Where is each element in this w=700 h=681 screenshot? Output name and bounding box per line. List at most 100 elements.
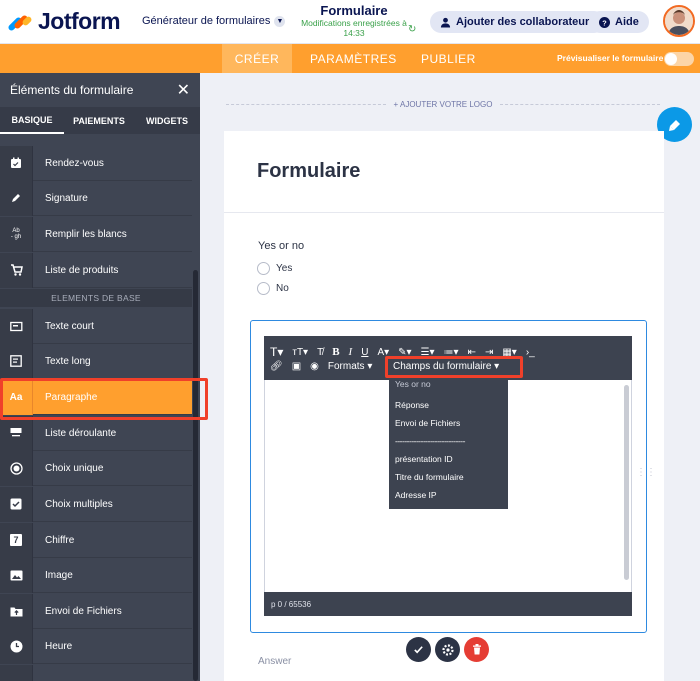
jotform-logo-icon: [7, 11, 33, 33]
sidebar-item-signature[interactable]: Signature: [0, 180, 192, 216]
refresh-icon[interactable]: ↻: [408, 24, 416, 35]
preview-eye-icon[interactable]: ◉: [310, 361, 319, 372]
sidebar-item-product-list[interactable]: Liste de produits: [0, 252, 192, 288]
add-collaborators-button[interactable]: Ajouter des collaborateurs: [430, 11, 606, 33]
svg-text:?: ?: [602, 18, 607, 27]
form-fields-menu: Yes or no Réponse Envoi de Fichiers ----…: [389, 378, 508, 509]
image-icon: [0, 557, 33, 593]
sidebar-header: Éléments du formulaire ✕: [0, 73, 200, 107]
toolbar-row-2: 🔗︎ ▣ ◉ Formats ▾: [270, 361, 372, 372]
long-text-icon: [0, 343, 33, 379]
tab-create[interactable]: CRÉER: [222, 44, 292, 73]
option-label: No: [276, 283, 289, 294]
form-generator-dropdown[interactable]: Générateur de formulaires ▼: [142, 15, 286, 27]
underline-icon[interactable]: U: [361, 347, 368, 358]
top-bar: Jotform Générateur de formulaires ▼ Form…: [0, 0, 700, 44]
menu-separator: ------------------------------: [395, 436, 465, 446]
sidebar-item-partial[interactable]: [0, 665, 192, 681]
sidebar-item-time[interactable]: Heure: [0, 628, 192, 664]
help-label: Aide: [615, 16, 639, 28]
sidebar-item-single-choice[interactable]: Choix unique: [0, 450, 192, 486]
sidebar-item-label: Texte long: [45, 355, 91, 367]
avatar[interactable]: [663, 5, 695, 37]
tab-widgets[interactable]: WIDGETS: [134, 107, 200, 134]
sidebar-item-file-upload[interactable]: Envoi de Fichiers: [0, 593, 192, 629]
sidebar-item-appointment[interactable]: Rendez-vous: [0, 145, 192, 181]
sidebar-item-label: Chiffre: [45, 534, 75, 546]
delete-button[interactable]: [464, 637, 489, 662]
sidebar-item-label: Signature: [45, 192, 88, 204]
tab-basic[interactable]: BASIQUE: [0, 107, 64, 134]
field-settings-button[interactable]: [435, 637, 460, 662]
add-logo-label: + AJOUTER VOTRE LOGO: [393, 99, 493, 109]
sidebar-title: Éléments du formulaire: [10, 83, 134, 97]
radio-no[interactable]: [257, 282, 270, 295]
tab-payments[interactable]: PAIEMENTS: [64, 107, 134, 134]
menu-item-file-upload[interactable]: Envoi de Fichiers: [395, 418, 460, 428]
image-insert-icon[interactable]: ▣: [292, 361, 301, 372]
sidebar-item-label: Rendez-vous: [45, 157, 104, 169]
generator-label: Générateur de formulaires: [142, 15, 271, 27]
sidebar-item-label: Envoi de Fichiers: [45, 605, 122, 617]
gear-icon: [441, 643, 454, 656]
tab-settings[interactable]: PARAMÈTRES: [310, 44, 397, 73]
sidebar-item-label: Liste déroulante: [45, 427, 117, 439]
sidebar-scrollbar[interactable]: [193, 270, 198, 681]
question-icon: ?: [599, 16, 610, 28]
sidebar-item-label: Remplir les blancs: [45, 228, 127, 240]
font-size-icon[interactable]: ᴛT▾: [292, 347, 308, 358]
sidebar-item-dropdown[interactable]: Liste déroulante: [0, 415, 192, 451]
sidebar-item-number[interactable]: 7 Chiffre: [0, 522, 192, 558]
drag-handle-icon[interactable]: ⋮⋮: [636, 468, 656, 484]
radio-yes[interactable]: [257, 262, 270, 275]
menu-item-yes-or-no[interactable]: Yes or no: [395, 379, 431, 389]
section-basic-elements: ELEMENTS DE BASE: [0, 289, 192, 307]
preview-label: Prévisualiser le formulaire: [557, 53, 664, 63]
builder-nav-bar: CRÉER PARAMÈTRES PUBLIER Prévisualiser l…: [0, 44, 700, 73]
add-logo-bar[interactable]: + AJOUTER VOTRE LOGO: [226, 98, 661, 110]
form-title-block[interactable]: Formulaire Modifications enregistrées à …: [292, 3, 416, 38]
radio-icon: [0, 450, 33, 486]
sidebar-item-image[interactable]: Image: [0, 557, 192, 593]
close-icon[interactable]: ✕: [177, 80, 190, 100]
sidebar-item-label: Image: [45, 569, 73, 581]
sidebar-item-short-text[interactable]: Texte court: [0, 308, 192, 344]
cart-icon: [0, 252, 33, 288]
paragraph-highlight-box: [0, 378, 208, 420]
char-count: p 0 / 65536: [271, 599, 312, 609]
option-label: Yes: [276, 263, 293, 274]
link-icon[interactable]: 🔗︎: [270, 361, 283, 372]
menu-item-answer[interactable]: Réponse: [395, 400, 429, 410]
fill-blanks-icon: Ab - gh: [0, 216, 33, 252]
confirm-button[interactable]: [406, 637, 431, 662]
formats-dropdown[interactable]: Formats ▾: [328, 361, 372, 372]
sidebar-item-fill-blanks[interactable]: Ab - gh Remplir les blancs: [0, 216, 192, 252]
preview-toggle[interactable]: [664, 52, 694, 66]
paint-roller-icon: [668, 119, 680, 131]
save-status: Modifications enregistrées à 14:33: [301, 18, 407, 38]
menu-item-form-title[interactable]: Titre du formulaire: [395, 472, 464, 482]
form-heading[interactable]: Formulaire: [257, 160, 360, 183]
italic-icon[interactable]: I: [349, 346, 353, 358]
editor-scrollbar[interactable]: [624, 385, 629, 580]
divider: [500, 103, 661, 105]
tab-publish[interactable]: PUBLIER: [421, 44, 476, 73]
list-item-icon: [0, 665, 33, 681]
clear-format-icon[interactable]: T̸: [317, 347, 323, 358]
divider: [226, 103, 386, 105]
jotform-logo[interactable]: Jotform: [7, 8, 121, 35]
file-upload-icon: [0, 593, 33, 629]
question-label[interactable]: Yes or no: [258, 240, 304, 252]
sidebar-item-long-text[interactable]: Texte long: [0, 343, 192, 379]
font-family-icon[interactable]: T▾: [270, 345, 283, 359]
menu-item-presentation-id[interactable]: présentation ID: [395, 454, 453, 464]
collab-label: Ajouter des collaborateurs: [456, 16, 596, 28]
menu-item-ip-address[interactable]: Adresse IP: [395, 490, 437, 500]
answer-label[interactable]: Answer: [258, 656, 291, 667]
code-icon[interactable]: ›_: [526, 347, 535, 358]
sidebar-item-multiple-choice[interactable]: Choix multiples: [0, 486, 192, 522]
bold-icon[interactable]: B: [332, 346, 339, 358]
help-button[interactable]: ? Aide: [589, 11, 649, 33]
sidebar-item-label: Liste de produits: [45, 264, 119, 276]
user-icon: [440, 17, 451, 28]
